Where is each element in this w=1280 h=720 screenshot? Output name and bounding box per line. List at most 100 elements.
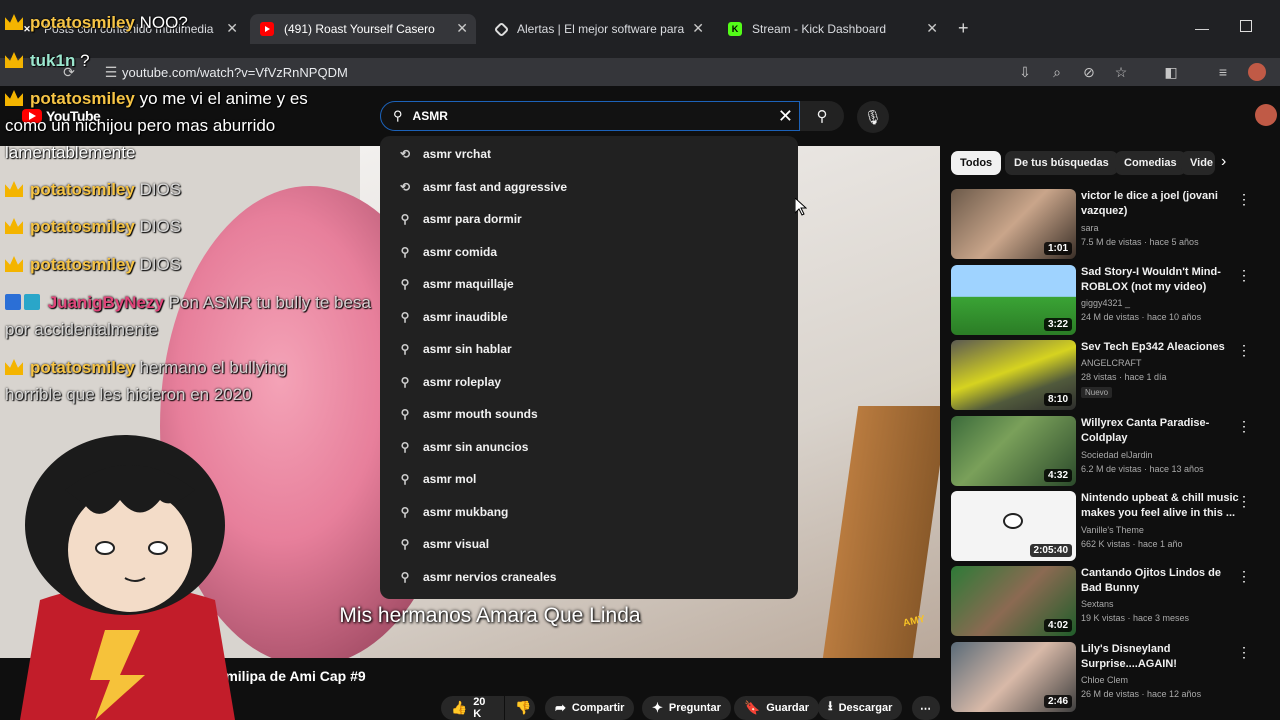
more-vert-icon[interactable]: ⋮: [1237, 644, 1251, 661]
close-icon[interactable]: ✕: [226, 20, 238, 37]
recommendation-title[interactable]: Nintendo upbeat & chill music makes you …: [1081, 491, 1241, 521]
close-icon[interactable]: ✕: [926, 20, 938, 37]
more-vert-icon[interactable]: ⋮: [1237, 342, 1251, 359]
video-thumbnail[interactable]: 8:10: [951, 340, 1076, 410]
recommendation-title[interactable]: Sev Tech Ep342 Aleaciones: [1081, 340, 1241, 355]
suggestion-item[interactable]: ⚲ asmr comida: [380, 236, 798, 269]
restore-icon[interactable]: [1240, 20, 1252, 32]
new-tab-button[interactable]: +: [958, 18, 969, 39]
url-text: youtube.com/watch?v=VfVzRnNPQDM: [122, 64, 348, 80]
tab-roast-yourself[interactable]: (491) Roast Yourself Casero ✕: [250, 14, 476, 44]
search-icon: ⚲: [400, 472, 410, 487]
recommendation-item[interactable]: 2:05:40 Nintendo upbeat & chill music ma…: [951, 491, 1276, 561]
suggestion-item[interactable]: ⚲ asmr maquillaje: [380, 268, 798, 301]
tab-alertas[interactable]: Alertas | El mejor software para ✕: [486, 14, 712, 44]
close-icon[interactable]: ✕: [692, 20, 704, 37]
video-thumbnail[interactable]: 3:22: [951, 265, 1076, 335]
zoom-icon[interactable]: ⌕: [1048, 63, 1066, 81]
channel-name[interactable]: Sextans: [1081, 599, 1114, 609]
suggestion-item[interactable]: ⟲ asmr fast and aggressive: [380, 171, 798, 204]
recommendation-item[interactable]: 2:46 Lily's Disneyland Surprise....AGAIN…: [951, 642, 1276, 712]
suggestion-item[interactable]: ⚲ asmr para dormir: [380, 203, 798, 236]
like-button[interactable]: 👍 20 K: [441, 696, 504, 720]
tab-kick-dashboard[interactable]: K Stream - Kick Dashboard ✕: [718, 14, 946, 44]
suggestion-item[interactable]: ⚲ asmr sin anuncios: [380, 431, 798, 464]
dislike-button[interactable]: 👎: [505, 696, 535, 720]
search-icon: ⚲: [400, 374, 410, 389]
chip-de-tus-busquedas[interactable]: De tus búsquedas: [1005, 151, 1118, 175]
suggestion-item[interactable]: ⚲ asmr mol: [380, 463, 798, 496]
chat-message: potatosmiley DIOS: [5, 176, 181, 203]
recommendation-item[interactable]: 4:32 Willyrex Canta Paradise-Coldplay So…: [951, 416, 1276, 486]
video-thumbnail[interactable]: 4:02: [951, 566, 1076, 636]
recommendation-title[interactable]: victor le dice a joel (jovani vazquez): [1081, 189, 1241, 219]
close-icon[interactable]: ✕: [456, 20, 468, 37]
recommendation-item[interactable]: 4:02 Cantando Ojitos Lindos de Bad Bunny…: [951, 566, 1276, 636]
suggestion-text: asmr sin anuncios: [423, 439, 529, 454]
save-button[interactable]: 🔖 Guardar: [734, 696, 819, 720]
microphone-icon: 🎙: [864, 108, 882, 125]
ask-button[interactable]: ✦ Preguntar: [642, 696, 731, 720]
search-button[interactable]: ⚲: [800, 101, 844, 131]
clear-search-icon[interactable]: ✕: [778, 106, 793, 127]
recommendation-title[interactable]: Lily's Disneyland Surprise....AGAIN!: [1081, 642, 1241, 672]
account-avatar[interactable]: [1255, 104, 1277, 126]
eye-off-icon[interactable]: ⊘: [1080, 63, 1098, 81]
recommendation-title[interactable]: Cantando Ojitos Lindos de Bad Bunny: [1081, 566, 1241, 596]
more-actions-button[interactable]: ⋯: [912, 696, 940, 720]
suggestion-item[interactable]: ⚲ asmr mouth sounds: [380, 398, 798, 431]
site-info-icon[interactable]: ☰: [102, 63, 120, 81]
search-input[interactable]: ⚲ ASMR ✕: [380, 101, 800, 131]
profile-avatar[interactable]: [1248, 63, 1266, 81]
channel-name[interactable]: Chloe Clem: [1081, 675, 1128, 685]
install-icon[interactable]: ⇩: [1016, 63, 1034, 81]
recommendation-title[interactable]: Willyrex Canta Paradise-Coldplay: [1081, 416, 1241, 446]
channel-name[interactable]: ANGELCRAFT: [1081, 358, 1142, 368]
address-bar-row: ⟳ ☰ youtube.com/watch?v=VfVzRnNPQDM ⇩ ⌕ …: [0, 58, 1280, 86]
video-thumbnail[interactable]: 4:32: [951, 416, 1076, 486]
minimize-icon[interactable]: —: [1195, 20, 1209, 36]
recommendation-title[interactable]: Sad Story-I Wouldn't Mind-ROBLOX (not my…: [1081, 265, 1241, 295]
channel-name[interactable]: sara: [1081, 223, 1099, 233]
browser-tab-bar: ✕ Posts con contenido multimedia ✕ (491)…: [0, 0, 1280, 58]
download-button[interactable]: ⭳ Descargar: [818, 696, 903, 720]
recommendation-item[interactable]: 8:10 Sev Tech Ep342 Aleaciones ANGELCRAF…: [951, 340, 1276, 410]
chat-message: potatosmiley DIOS: [5, 251, 181, 278]
share-button[interactable]: ➦ Compartir: [545, 696, 635, 720]
suggestion-item[interactable]: ⚲ asmr visual: [380, 528, 798, 561]
chip-videos[interactable]: Vide: [1181, 151, 1215, 175]
recommendation-item[interactable]: 1:01 victor le dice a joel (jovani vazqu…: [951, 189, 1276, 259]
suggestion-item[interactable]: ⚲ asmr sin hablar: [380, 333, 798, 366]
suggestion-item[interactable]: ⚲ asmr mukbang: [380, 496, 798, 529]
more-vert-icon[interactable]: ⋮: [1237, 568, 1251, 585]
search-icon: ⚲: [400, 569, 410, 584]
extensions-icon[interactable]: ◧: [1162, 63, 1180, 81]
channel-name[interactable]: giggy4321 _: [1081, 298, 1130, 308]
share-icon: ➦: [555, 700, 566, 715]
chip-todos[interactable]: Todos: [951, 151, 1002, 175]
video-thumbnail[interactable]: 2:05:40: [951, 491, 1076, 561]
chip-comedias[interactable]: Comedias: [1115, 151, 1186, 175]
channel-name[interactable]: Sociedad elJardin: [1081, 450, 1153, 460]
suggestion-item[interactable]: ⟲ asmr vrchat: [380, 138, 798, 171]
chat-username: potatosmiley: [30, 13, 135, 32]
suggestion-item[interactable]: ⚲ asmr inaudible: [380, 301, 798, 334]
video-thumbnail[interactable]: 1:01: [951, 189, 1076, 259]
suggestion-item[interactable]: ⚲ asmr nervios craneales: [380, 561, 798, 594]
voice-search-button[interactable]: 🎙: [857, 101, 889, 133]
bookmark-star-icon[interactable]: ☆: [1112, 63, 1130, 81]
media-control-icon[interactable]: ≡: [1214, 63, 1232, 81]
address-bar[interactable]: ☰ youtube.com/watch?v=VfVzRnNPQDM: [96, 58, 996, 86]
more-vert-icon[interactable]: ⋮: [1237, 191, 1251, 208]
video-thumbnail[interactable]: 2:46: [951, 642, 1076, 712]
chevron-right-icon[interactable]: ›: [1221, 153, 1226, 171]
suggestion-item[interactable]: ⚲ asmr roleplay: [380, 366, 798, 399]
more-vert-icon[interactable]: ⋮: [1237, 493, 1251, 510]
search-icon: ⚲: [816, 108, 828, 125]
more-vert-icon[interactable]: ⋮: [1237, 418, 1251, 435]
more-icon: ⋯: [920, 702, 931, 715]
more-vert-icon[interactable]: ⋮: [1237, 267, 1251, 284]
recommendation-item[interactable]: 3:22 Sad Story-I Wouldn't Mind-ROBLOX (n…: [951, 265, 1276, 335]
search-query: ASMR: [412, 109, 448, 123]
channel-name[interactable]: Vanille's Theme: [1081, 525, 1144, 535]
